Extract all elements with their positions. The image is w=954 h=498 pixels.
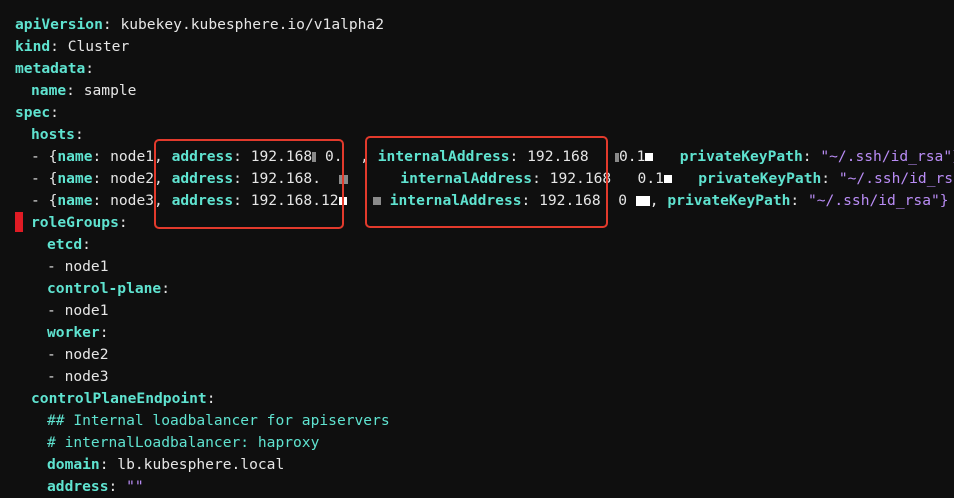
yaml-line-worker-node3: - node3 — [47, 368, 109, 385]
yaml-key: worker — [47, 324, 100, 341]
yaml-line-name: name: sample — [31, 82, 137, 99]
redaction — [663, 175, 672, 183]
yaml-line-metadata: metadata: — [15, 60, 95, 77]
redaction — [645, 153, 654, 161]
yaml-line-controlplaneendpoint: controlPlaneEndpoint: — [31, 390, 216, 407]
yaml-key: address — [47, 478, 109, 495]
yaml-line-control-plane: control-plane: — [47, 280, 171, 297]
yaml-line-etcd: etcd: — [47, 236, 91, 253]
yaml-key: hosts — [31, 126, 75, 143]
yaml-value: kubekey.kubesphere.io/v1alpha2 — [120, 16, 385, 33]
yaml-line-worker-node2: - node2 — [47, 346, 109, 363]
yaml-comment-internal-lb: # internalLoadbalancer: haproxy — [47, 434, 320, 451]
yaml-key: metadata — [15, 60, 86, 77]
yaml-line-etcd-node1: - node1 — [47, 258, 109, 275]
yaml-comment-loadbalancer: ## Internal loadbalancer for apiservers — [47, 412, 390, 429]
yaml-value: Cluster — [67, 38, 130, 55]
yaml-line-domain: domain: lb.kubesphere.local — [47, 456, 285, 473]
redaction — [635, 196, 650, 206]
yaml-key: controlPlaneEndpoint — [31, 390, 207, 407]
address-highlight-box — [154, 139, 344, 229]
yaml-key: spec — [15, 104, 51, 121]
yaml-key: name — [31, 82, 67, 99]
yaml-key: control-plane — [47, 280, 162, 297]
yaml-line-cp-node1: - node1 — [47, 302, 109, 319]
yaml-line-address: address: "" — [47, 478, 144, 495]
yaml-key: kind — [15, 38, 51, 55]
internal-address-highlight-box — [365, 136, 608, 228]
yaml-editor[interactable]: apiVersion: kubekey.kubesphere.io/v1alph… — [15, 14, 954, 498]
yaml-key: etcd — [47, 236, 83, 253]
yaml-line-apiversion: apiVersion: kubekey.kubesphere.io/v1alph… — [15, 16, 385, 33]
terminal-window: { "yaml": { "l1": {"key":"apiVersion", "… — [0, 0, 954, 496]
yaml-line-spec: spec: — [15, 104, 59, 121]
yaml-value: sample — [83, 82, 137, 99]
yaml-key: apiVersion — [15, 16, 103, 33]
yaml-key: roleGroups — [31, 214, 119, 231]
yaml-key: domain — [47, 456, 100, 473]
yaml-line-worker: worker: — [47, 324, 109, 341]
yaml-line-kind: kind: Cluster — [15, 38, 130, 55]
